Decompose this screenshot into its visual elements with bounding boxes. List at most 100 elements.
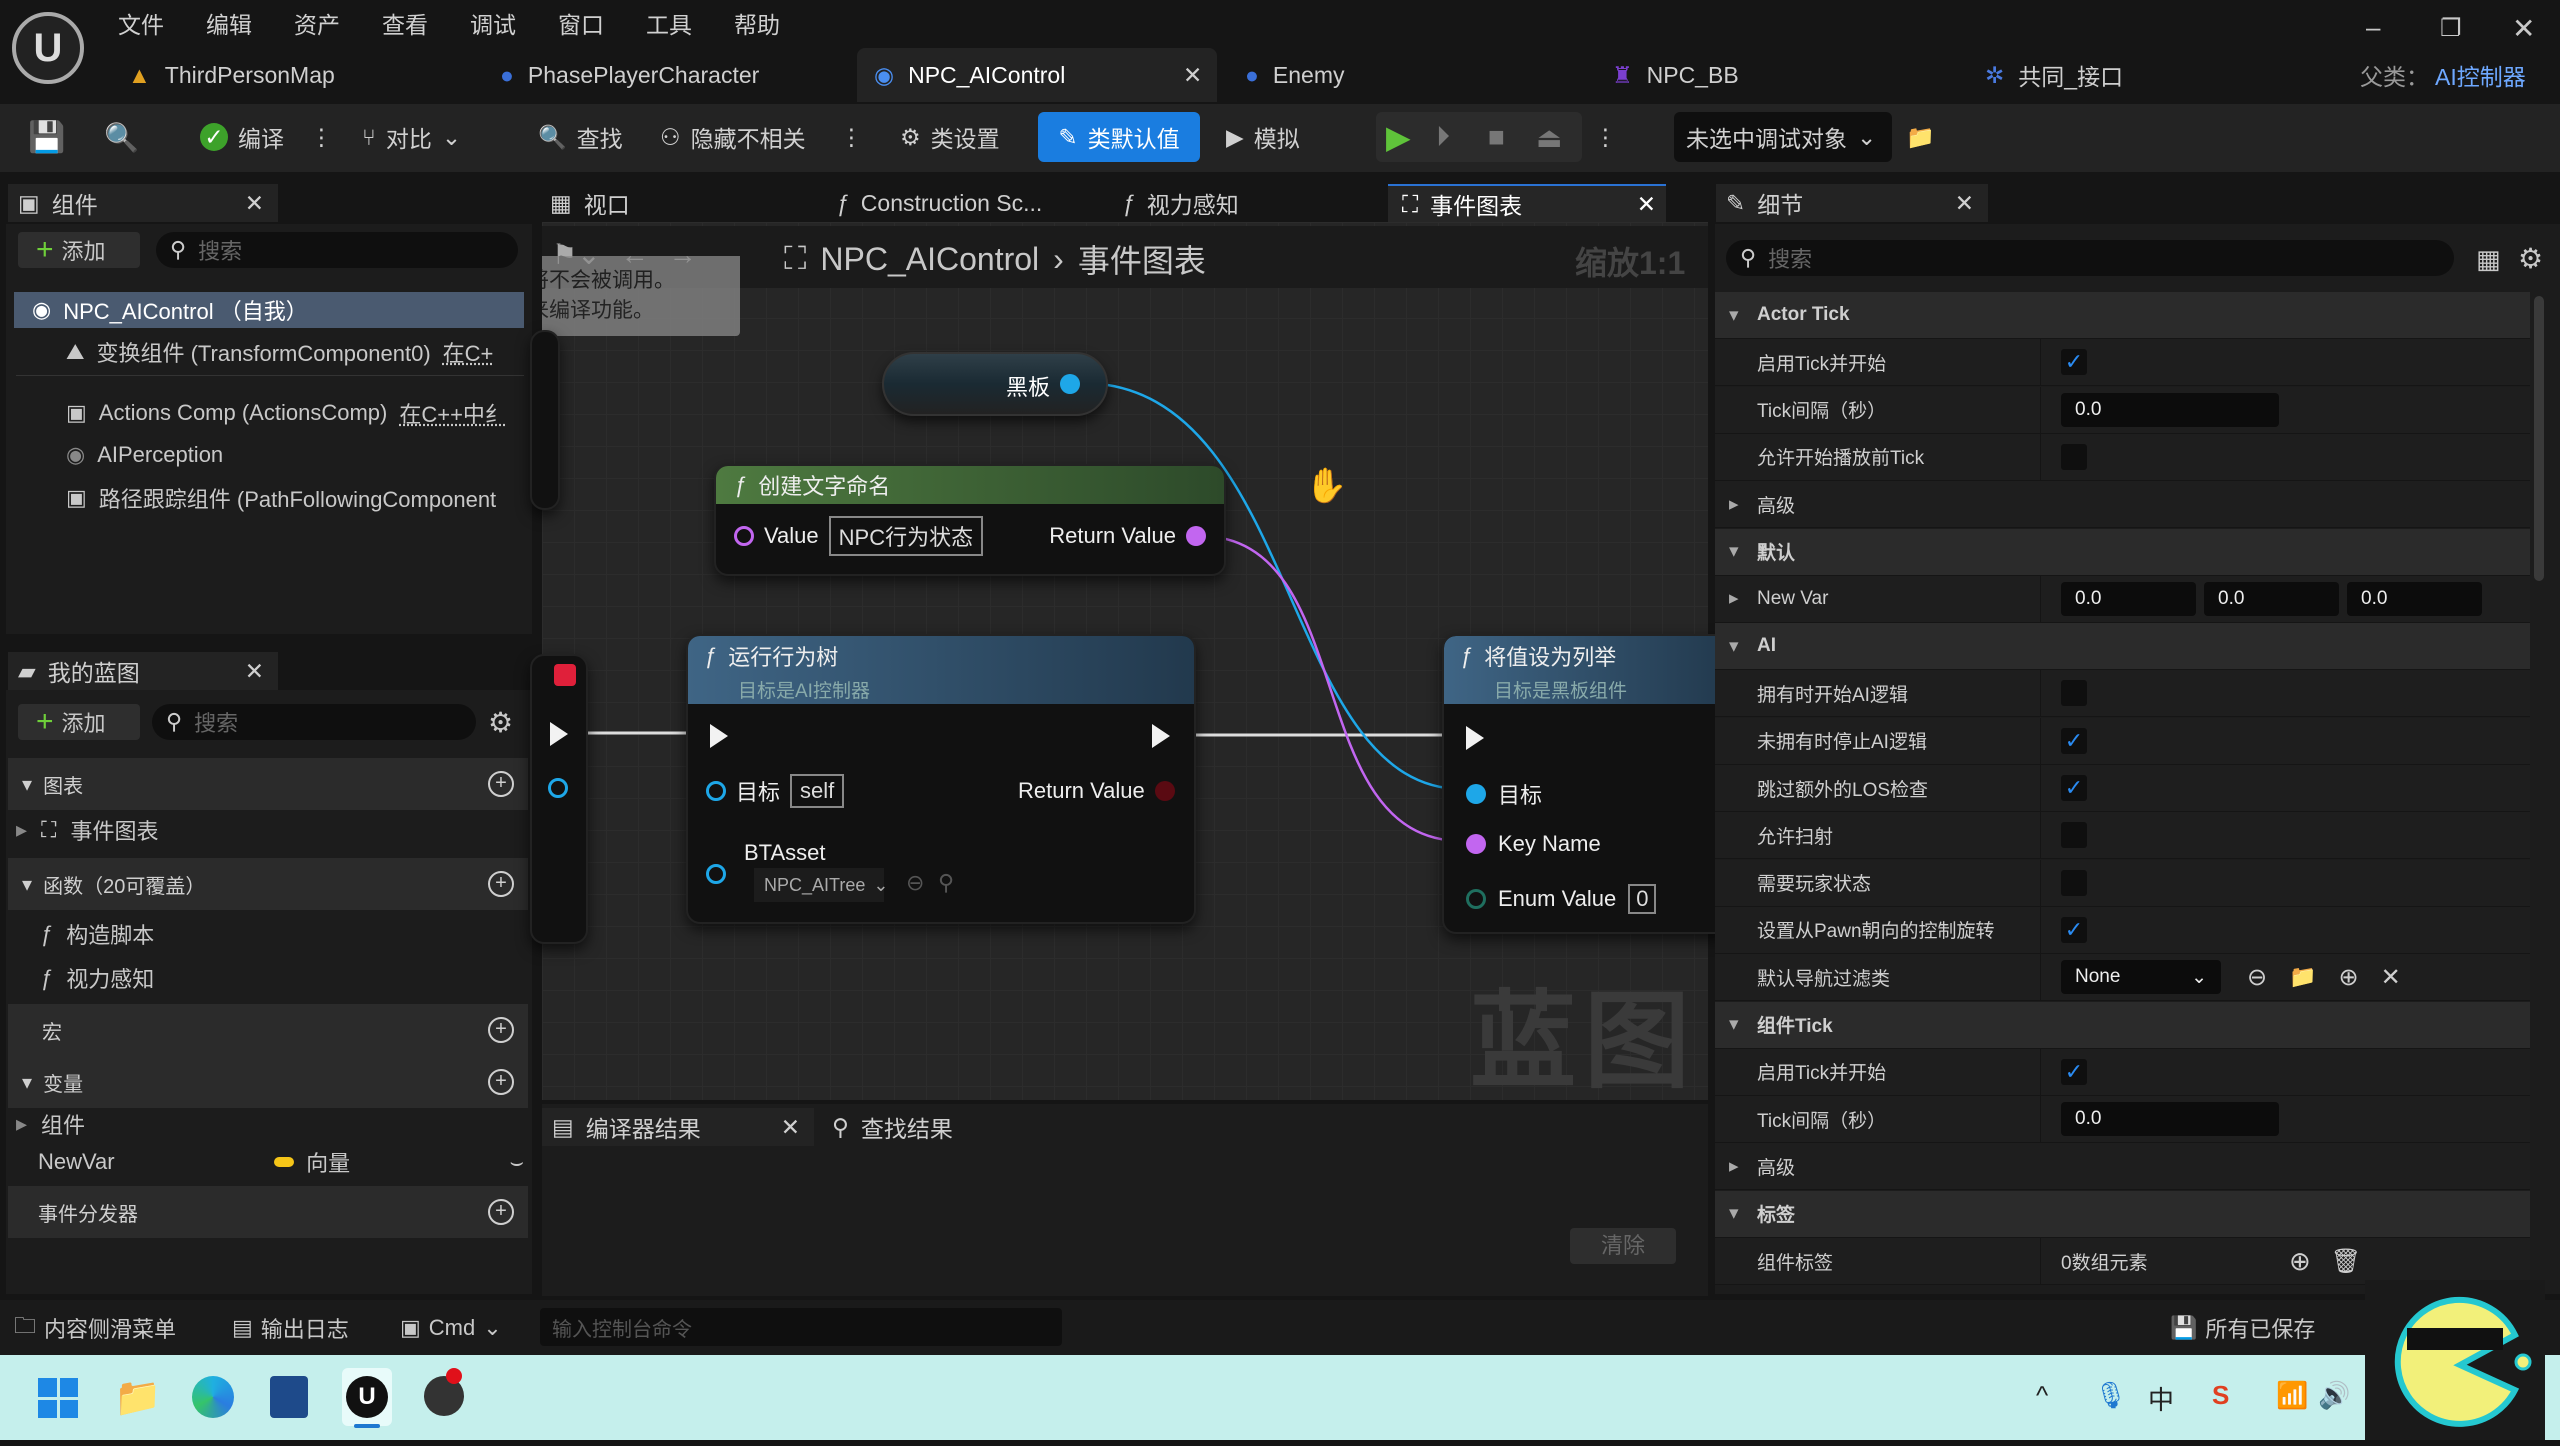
section-event-dispatchers[interactable]: 事件分发器 + [8, 1186, 528, 1238]
menu-view[interactable]: 查看 [382, 6, 428, 40]
collapse-arrow-icon[interactable]: ▾ [1729, 1013, 1753, 1036]
ime-indicator[interactable]: 中 [2148, 1380, 2174, 1417]
details-row-section[interactable]: ▾ Actor Tick [1715, 292, 2530, 339]
section-macros[interactable]: 宏 + [8, 1004, 528, 1056]
property-checkbox[interactable]: ✓ [2061, 1058, 2087, 1085]
component-item-actions-comp[interactable]: ▣ Actions Comp (ActionsComp) 在C++中纟 [66, 397, 526, 429]
browse-button[interactable]: 🔍 [104, 112, 139, 162]
partial-event-node[interactable] [530, 654, 588, 944]
item-event-graph[interactable]: ▸ ⛶ 事件图表 [16, 814, 158, 846]
property-number-input[interactable]: 0.0 [2061, 392, 2279, 427]
doc-tab-npc-bb[interactable]: ♜ NPC_BB [1612, 52, 1739, 98]
value-in-pin[interactable] [734, 526, 754, 546]
clear-button[interactable]: 清除 [1570, 1228, 1676, 1264]
component-item-path-following[interactable]: ▣ 路径跟踪组件 (PathFollowingComponent [66, 482, 526, 514]
details-tab[interactable]: ✎ 细节 ✕ [1716, 184, 1988, 222]
property-checkbox[interactable] [2061, 443, 2087, 470]
menu-tools[interactable]: 工具 [646, 6, 692, 40]
class-settings-button[interactable]: ⚙ 类设置 [900, 112, 1000, 162]
property-checkbox[interactable]: ✓ [2061, 727, 2087, 754]
return-value-pin[interactable] [1186, 526, 1206, 546]
step-button[interactable]: ⏵ [1436, 112, 1450, 162]
add-function-icon[interactable]: + [488, 871, 514, 897]
menu-asset[interactable]: 资产 [294, 6, 340, 40]
close-window-button[interactable]: ✕ [2512, 12, 2535, 45]
collapse-arrow-icon[interactable]: ▾ [1729, 635, 1753, 658]
component-item-aiperception[interactable]: ◉ AIPerception [66, 439, 526, 471]
partial-node-top[interactable] [530, 330, 560, 510]
target-self-input[interactable]: self [790, 774, 845, 808]
start-icon[interactable] [38, 1378, 78, 1418]
trash-icon[interactable]: 🗑 [2331, 1247, 2361, 1276]
add-member-button[interactable]: + 添加 [18, 704, 140, 740]
bt-asset-pin[interactable] [706, 864, 726, 884]
simulate-button[interactable]: ▶ 模拟 [1226, 112, 1300, 162]
clear-x-icon[interactable]: ✕ [2381, 963, 2401, 992]
details-row-collapsed[interactable]: ▸ 高级 [1715, 481, 2530, 529]
add-component-button[interactable]: + 添加 [18, 232, 140, 268]
play-options-button[interactable]: ⋮ [1594, 112, 1617, 162]
section-variables[interactable]: ▾ 变量 + [8, 1056, 528, 1108]
browse-folder-icon[interactable]: 📁 [2289, 964, 2316, 990]
details-search-input[interactable]: ⚲ 搜索 [1726, 240, 2454, 276]
console-command-input[interactable]: 输入控制台命令 [540, 1308, 1062, 1346]
unreal-logo[interactable]: U [12, 12, 84, 84]
graph-tab-construction-script[interactable]: ƒ Construction Sc... [836, 184, 1042, 222]
close-icon[interactable]: ✕ [1637, 191, 1656, 218]
eject-button[interactable]: ⏏ [1536, 112, 1562, 162]
sogou-ime-icon[interactable]: S [2212, 1380, 2229, 1411]
cmd-dropdown[interactable]: ▣ Cmd ⌄ [400, 1310, 502, 1346]
restore-button[interactable]: ❐ [2440, 14, 2462, 43]
item-vision-function[interactable]: ƒ 视力感知 [40, 962, 154, 994]
add-dispatcher-icon[interactable]: + [488, 1199, 514, 1225]
menu-window[interactable]: 窗口 [558, 6, 604, 40]
edge-icon[interactable] [192, 1376, 234, 1418]
property-checkbox[interactable] [2061, 869, 2087, 896]
add-variable-icon[interactable]: + [488, 1069, 514, 1095]
menu-file[interactable]: 文件 [118, 6, 164, 40]
my-blueprint-search-input[interactable]: ⚲ 搜索 [152, 704, 476, 740]
use-selected-icon[interactable]: ⊖ [2247, 963, 2267, 992]
more-options-button[interactable]: ⋮ [840, 112, 863, 162]
save-button[interactable]: 💾 [28, 112, 65, 162]
menu-debug[interactable]: 调试 [470, 6, 516, 40]
enum-value-pin[interactable] [1466, 889, 1486, 909]
unreal-engine-icon[interactable]: U [346, 1376, 388, 1418]
doc-tab-thirdpersonmap[interactable]: ▲ ThirdPersonMap [128, 52, 335, 98]
details-scrollbar[interactable] [2534, 296, 2544, 581]
parent-class-link[interactable]: AI控制器 [2435, 58, 2526, 92]
details-row-section[interactable]: ▾ 标签 [1715, 1190, 2530, 1238]
close-icon[interactable]: ✕ [245, 658, 264, 685]
object-out-pin[interactable] [548, 778, 568, 798]
tray-overflow-icon[interactable]: ^ [2036, 1380, 2048, 1411]
return-value-pin[interactable] [1154, 781, 1175, 801]
find-results-tab[interactable]: ⚲ 查找结果 [832, 1108, 953, 1146]
menu-help[interactable]: 帮助 [734, 6, 780, 40]
compiler-results-tab[interactable]: ▤ 编译器结果 ✕ [542, 1108, 814, 1146]
exec-in-pin[interactable] [1466, 726, 1484, 750]
debug-target-dropdown[interactable]: 未选中调试对象 ⌄ [1674, 112, 1892, 162]
bt-asset-dropdown[interactable]: NPC_AITree ⌄ [754, 868, 888, 902]
property-checkbox[interactable] [2061, 822, 2087, 849]
my-blueprint-tab[interactable]: ▰ 我的蓝图 ✕ [8, 652, 278, 690]
blackboard-out-pin[interactable] [1060, 374, 1080, 394]
components-tab[interactable]: ▣ 组件 ✕ [8, 184, 278, 222]
add-macro-icon[interactable]: + [488, 1017, 514, 1043]
menu-edit[interactable]: 编辑 [206, 6, 252, 40]
property-checkbox[interactable]: ✓ [2061, 349, 2087, 376]
collapse-arrow-icon[interactable]: ▾ [1729, 540, 1753, 563]
add-graph-icon[interactable]: + [488, 771, 514, 797]
doc-tab-close[interactable]: ✕ [1183, 52, 1202, 98]
expand-arrow-icon[interactable]: ▸ [1729, 493, 1753, 516]
play-button[interactable]: ▶ [1386, 112, 1411, 162]
compile-button[interactable]: ✓ 编译 [200, 112, 284, 162]
expand-arrow-icon[interactable]: ▸ [1729, 1155, 1753, 1178]
obs-icon[interactable] [424, 1368, 464, 1416]
variable-newvar[interactable]: NewVar 向量 ⌣ [38, 1146, 524, 1178]
node-make-literal-name[interactable]: ƒ 创建文字命名 Value NPC行为状态 Return Value [714, 464, 1226, 576]
property-matrix-icon[interactable]: ▦ [2476, 244, 2501, 275]
details-row-section[interactable]: ▾ 组件Tick [1715, 1001, 2530, 1049]
vector-component-input[interactable]: 0.0 [2347, 581, 2482, 616]
item-construction-script[interactable]: ƒ 构造脚本 [40, 918, 154, 950]
graph-tab-vision[interactable]: ƒ 视力感知 [1122, 184, 1239, 222]
